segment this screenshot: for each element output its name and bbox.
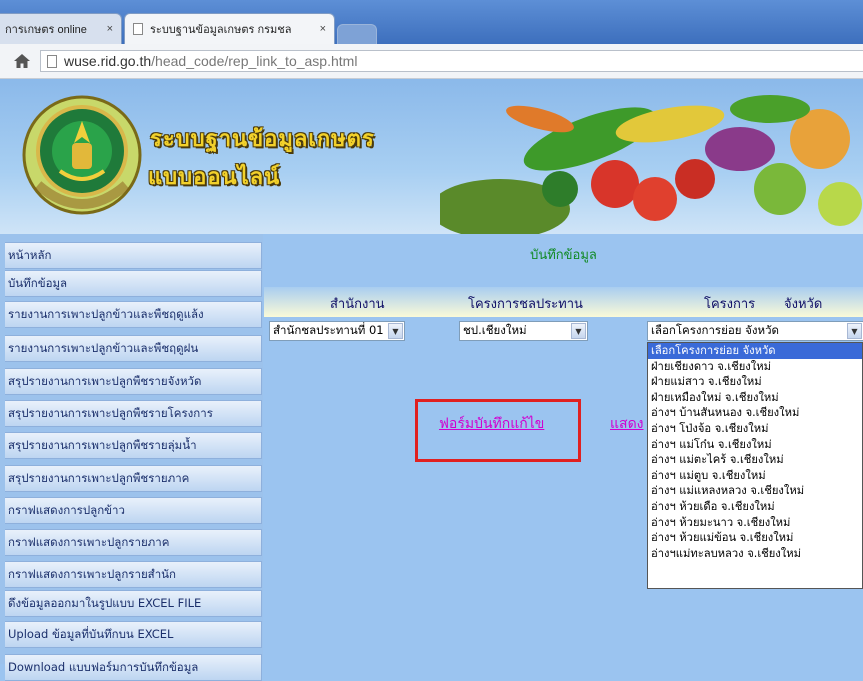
dropdown-option[interactable]: อ่างฯ แม่แหลงหลวง จ.เชียงใหม่ bbox=[648, 483, 862, 499]
dropdown-option[interactable]: ฝ่ายเชียงดาว จ.เชียงใหม่ bbox=[648, 359, 862, 375]
vegetables-image bbox=[440, 95, 862, 234]
sub-project-select[interactable]: เลือกโครงการย่อย จังหวัด ▼ bbox=[647, 321, 863, 341]
sidebar-item-report-dry-season[interactable]: รายงานการเพาะปลูกข้าวและพืชฤดูแล้ง bbox=[5, 301, 262, 328]
tab-close-icon[interactable]: × bbox=[107, 23, 113, 35]
page-icon bbox=[47, 54, 57, 68]
dropdown-option[interactable]: อ่างฯ ห้วยเดือ จ.เชียงใหม่ bbox=[648, 499, 862, 515]
irrigation-project-select[interactable]: ชป.เชียงใหม่ ▼ bbox=[459, 321, 588, 341]
sub-project-select-value: เลือกโครงการย่อย จังหวัด bbox=[651, 323, 780, 337]
dropdown-option[interactable]: อ่างฯแม่ทะลบหลวง จ.เชียงใหม่ bbox=[648, 546, 862, 562]
dropdown-option[interactable]: อ่างฯ ห้วยมะนาว จ.เชียงใหม่ bbox=[648, 515, 862, 531]
url-path: /head_code/rep_link_to_asp.html bbox=[151, 53, 358, 69]
tab-close-icon[interactable]: × bbox=[320, 23, 326, 35]
header-irrigation-project: โครงการชลประทาน bbox=[468, 297, 583, 312]
sidebar-item-summary-basin[interactable]: สรุปรายงานการเพาะปลูกพืชรายลุ่มน้ำ bbox=[5, 432, 262, 459]
dropdown-option[interactable]: อ่างฯ บ้านสันหนอง จ.เชียงใหม่ bbox=[648, 405, 862, 421]
sidebar-item-report-rainy-season[interactable]: รายงานการเพาะปลูกข้าวและพืชฤดูฝน bbox=[5, 335, 262, 362]
dropdown-option[interactable]: อ่างฯ แม่โก๋น จ.เชียงใหม่ bbox=[648, 437, 862, 453]
page-icon bbox=[133, 23, 143, 35]
sidebar-item-graph-rice[interactable]: กราฟแสดงการปลูกข้าว bbox=[5, 497, 262, 524]
office-select[interactable]: สำนักชลประทานที่ 01 ▼ bbox=[269, 321, 405, 341]
tab-title: ระบบฐานข้อมูลเกษตร กรมชล bbox=[150, 24, 292, 36]
sidebar-item-summary-province[interactable]: สรุปรายงานการเพาะปลูกพืชรายจังหวัด bbox=[5, 368, 262, 395]
sidebar-menu: หน้าหลัก บันทึกข้อมูล รายงานการเพาะปลูกข… bbox=[0, 234, 263, 681]
main-content: บันทึกข้อมูล สำนักงาน โครงการชลประทาน โค… bbox=[264, 234, 863, 664]
header-province: จังหวัด bbox=[784, 297, 823, 312]
sidebar-item-home[interactable]: หน้าหลัก bbox=[5, 242, 262, 269]
tab-title: การเกษตร online bbox=[5, 24, 87, 36]
dropdown-option[interactable]: เลือกโครงการย่อย จังหวัด bbox=[648, 343, 862, 359]
header-project: โครงการ bbox=[704, 297, 756, 312]
sidebar-item-graph-office[interactable]: กราฟแสดงการเพาะปลูกรายสำนัก bbox=[5, 561, 262, 588]
dropdown-option[interactable]: อ่างฯ แม่ตะไคร้ จ.เชียงใหม่ bbox=[648, 452, 862, 468]
page-title: บันทึกข้อมูล bbox=[530, 248, 597, 263]
sidebar-item-record-data[interactable]: บันทึกข้อมูล bbox=[5, 270, 262, 297]
sidebar-item-download-form[interactable]: Download แบบฟอร์มการบันทึกข้อมูล bbox=[5, 654, 262, 681]
chevron-down-icon[interactable]: ▼ bbox=[388, 323, 403, 339]
column-header-band: สำนักงาน โครงการชลประทาน โครงการ จังหวัด bbox=[264, 287, 863, 317]
new-tab-button[interactable] bbox=[337, 24, 377, 44]
chevron-down-icon[interactable]: ▼ bbox=[847, 323, 862, 339]
sidebar-item-graph-region[interactable]: กราฟแสดงการเพาะปลูกรายภาค bbox=[5, 529, 262, 556]
rid-seal-logo bbox=[22, 95, 142, 215]
home-icon[interactable] bbox=[13, 52, 31, 70]
url-input[interactable]: wuse.rid.go.th/head_code/rep_link_to_asp… bbox=[40, 50, 863, 72]
show-link[interactable]: แสดง bbox=[610, 413, 647, 435]
site-title-line-2: แบบออนไลน์ bbox=[148, 165, 281, 190]
sidebar-item-export-excel[interactable]: ดึงข้อมูลออกมาในรูปแบบ EXCEL FILE bbox=[5, 590, 262, 617]
sidebar-item-summary-region[interactable]: สรุปรายงานการเพาะปลูกพืชรายภาค bbox=[5, 465, 262, 492]
irrigation-project-select-value: ชป.เชียงใหม่ bbox=[463, 323, 527, 337]
address-bar-row: wuse.rid.go.th/head_code/rep_link_to_asp… bbox=[0, 44, 863, 79]
sub-project-dropdown-list: เลือกโครงการย่อย จังหวัด ฝ่ายเชียงดาว จ.… bbox=[647, 342, 863, 589]
dropdown-option[interactable]: อ่างฯ โป่งจ้อ จ.เชียงใหม่ bbox=[648, 421, 862, 437]
office-select-value: สำนักชลประทานที่ 01 bbox=[273, 323, 384, 337]
site-title-line-1: ระบบฐานข้อมูลเกษตร bbox=[150, 127, 375, 152]
dropdown-option[interactable]: อ่างฯ แม่ตูบ จ.เชียงใหม่ bbox=[648, 468, 862, 484]
dropdown-option[interactable]: อ่างฯ ห้วยแม่ข้อน จ.เชียงใหม่ bbox=[648, 530, 862, 546]
sidebar-item-upload-excel[interactable]: Upload ข้อมูลที่บันทึกบน EXCEL bbox=[5, 621, 262, 648]
edit-form-link[interactable]: ฟอร์มบันทึกแก้ไข bbox=[439, 413, 544, 435]
chevron-down-icon[interactable]: ▼ bbox=[571, 323, 586, 339]
browser-tab-bar: การเกษตร online × ระบบฐานข้อมูลเกษตร กรม… bbox=[0, 0, 863, 44]
site-banner: ระบบฐานข้อมูลเกษตร แบบออนไลน์ bbox=[0, 79, 863, 234]
dropdown-option[interactable]: ฝ่ายแม่สาว จ.เชียงใหม่ bbox=[648, 374, 862, 390]
header-office: สำนักงาน bbox=[330, 297, 385, 312]
url-host: wuse.rid.go.th bbox=[64, 53, 152, 69]
dropdown-option[interactable]: ฝ่ายเหมืองใหม่ จ.เชียงใหม่ bbox=[648, 390, 862, 406]
sidebar-item-summary-project[interactable]: สรุปรายงานการเพาะปลูกพืชรายโครงการ bbox=[5, 400, 262, 427]
browser-tab-2-active[interactable]: ระบบฐานข้อมูลเกษตร กรมชล × bbox=[124, 13, 335, 44]
browser-tab-1[interactable]: การเกษตร online × bbox=[0, 13, 122, 44]
